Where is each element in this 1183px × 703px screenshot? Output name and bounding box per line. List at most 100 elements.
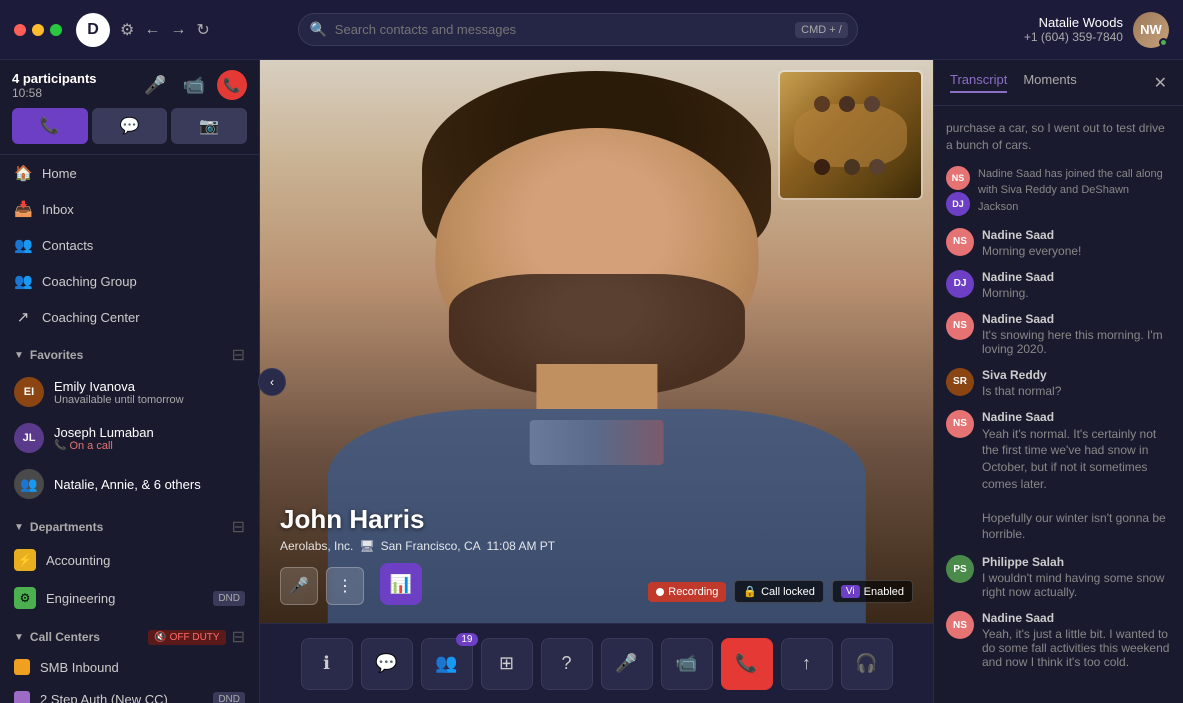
ai-button[interactable]: 📊 [380,563,422,605]
online-indicator [1159,38,1168,47]
siva-text: Is that normal? [982,384,1061,398]
macos-dot-green[interactable] [50,24,62,36]
contacts-icon: 👥 [14,236,32,254]
logo: D [76,13,110,47]
message-button[interactable]: 💬 [361,638,413,690]
avatar-wrap: NW [1133,12,1169,48]
favorite-item-emily[interactable]: EI Emily Ivanova Unavailable until tomor… [0,369,259,415]
smb-name: SMB Inbound [40,660,245,675]
mic-bottom-button[interactable]: 🎤 [601,638,653,690]
favorites-collapse-icon[interactable]: ⊟ [232,345,245,365]
participants-button[interactable]: 👥 19 [421,638,473,690]
nav-item-contacts[interactable]: 👥 Contacts [0,227,259,263]
macos-dot-red[interactable] [14,24,26,36]
dj-avatar-small: DJ [946,192,970,216]
user-phone: +1 (604) 359-7840 [1024,30,1123,44]
monitor-icon: 🖥 [359,539,374,553]
philippe-avatar: PS [946,555,974,583]
caller-name: John Harris [280,504,555,535]
transcript-msg-0: purchase a car, so I went out to test dr… [934,114,1183,160]
nav-label-inbox: Inbox [42,202,74,217]
chat-button[interactable]: 💬 [92,108,168,144]
transcript-msg-nadine-1: NS Nadine Saad Morning everyone! [934,222,1183,264]
end-call-button[interactable]: 📞 [217,70,247,100]
headset-button[interactable]: 🎧 [841,638,893,690]
vi-enabled-badge: Vi Enabled [832,580,913,603]
favorite-item-group[interactable]: 👥 Natalie, Annie, & 6 others [0,461,259,507]
favorites-chevron-icon[interactable]: ▼ [14,350,24,361]
recording-label: Recording [668,586,718,598]
forward-icon[interactable]: → [170,21,186,39]
caller-overlay: John Harris Aerolabs, Inc. 🖥 San Francis… [280,504,555,553]
nav-item-inbox[interactable]: 📥 Inbox [0,191,259,227]
share-button[interactable]: ↑ [781,638,833,690]
vi-status: Enabled [864,586,904,598]
tab-transcript[interactable]: Transcript [950,72,1007,93]
off-duty-icon: 🔇 [154,632,166,643]
video-area-wrap: ‹ [260,60,933,703]
end-call-bottom-button[interactable]: 📞 [721,638,773,690]
back-icon[interactable]: ← [144,21,160,39]
transcript-msg-nadine-3: NS Nadine Saad Yeah it's normal. It's ce… [934,404,1183,550]
group-avatar: 👥 [14,469,44,499]
transcript-header: Transcript Moments ✕ [934,60,1183,106]
inbox-icon: 📥 [14,200,32,218]
macos-dot-yellow[interactable] [32,24,44,36]
video-bottom-button[interactable]: 📹 [661,638,713,690]
siva-sender: Siva Reddy [982,368,1061,382]
msg-text-0: purchase a car, so I went out to test dr… [946,120,1171,154]
emily-info: Emily Ivanova Unavailable until tomorrow [54,379,184,406]
user-name: Natalie Woods [1024,15,1123,30]
joseph-status-text: On a call [69,440,112,452]
help-button[interactable]: ? [541,638,593,690]
siva-avatar: SR [946,368,974,396]
overlay-more-button[interactable]: ⋮ [326,567,364,605]
video-toggle-button[interactable]: 📹 [179,71,209,100]
search-input[interactable] [298,13,858,46]
call-centers-collapse-icon[interactable]: ⊟ [232,627,245,647]
settings-icon[interactable]: ⚙ [120,20,134,40]
nav-item-home[interactable]: 🏠 Home [0,155,259,191]
mute-button[interactable]: 🎤 [140,71,170,100]
dept-item-accounting[interactable]: ⚡ Accounting [0,541,259,579]
2step-name: 2 Step Auth (New CC) [40,692,203,703]
call-centers-chevron-icon[interactable]: ▼ [14,632,24,643]
call-centers-label: Call Centers [30,630,100,644]
call-locked-label: Call locked [761,586,815,598]
joseph-name: Joseph Lumaban [54,425,154,440]
emily-avatar: EI [14,377,44,407]
sidebar-toggle-button[interactable]: ‹ [258,368,286,396]
search-bar: 🔍 CMD + / [298,13,858,46]
nadine-avatar-1: NS [946,228,974,256]
camera-button[interactable]: 📷 [171,108,247,144]
nadine-text-1: Morning everyone! [982,244,1081,258]
caller-location: San Francisco, CA [381,539,481,553]
info-button[interactable]: ℹ [301,638,353,690]
topbar: D ⚙ ← → ↻ 🔍 CMD + / Natalie Woods +1 (60… [0,0,1183,60]
cc-item-2step[interactable]: 2 Step Auth (New CC) DND [0,683,259,703]
join-msg-text: Nadine Saad has joined the call along wi… [978,166,1171,216]
dept-item-engineering[interactable]: ⚙ Engineering DND [0,579,259,617]
cc-item-smb[interactable]: SMB Inbound [0,651,259,683]
tab-moments[interactable]: Moments [1023,72,1076,93]
nadine-text-4: Yeah, it's just a little bit. I wanted t… [982,627,1171,669]
user-text: Natalie Woods +1 (604) 359-7840 [1024,15,1123,44]
dial-pad-button[interactable]: 📞 [12,108,88,144]
departments-chevron-icon[interactable]: ▼ [14,522,24,533]
nav-item-coaching-group[interactable]: 👥 Coaching Group [0,263,259,299]
favorites-label: Favorites [30,348,83,362]
close-panel-button[interactable]: ✕ [1154,73,1167,93]
refresh-icon[interactable]: ↻ [196,20,209,40]
nav-item-coaching-center[interactable]: ↗ Coaching Center [0,299,259,335]
nadine-sender-1: Nadine Saad [982,228,1081,242]
call-centers-section-header: ▼ Call Centers 🔇 OFF DUTY ⊟ [0,617,259,651]
departments-label: Departments [30,520,103,534]
2step-dot [14,691,30,703]
overlay-mic-button[interactable]: 🎤 [280,567,318,605]
participants-badge: 19 [456,633,477,646]
add-call-button[interactable]: ⊞ [481,638,533,690]
departments-collapse-icon[interactable]: ⊟ [232,517,245,537]
lock-icon: 🔒 [743,585,757,598]
nadine-avatar-2: NS [946,312,974,340]
favorite-item-joseph[interactable]: JL Joseph Lumaban 📞 On a call [0,415,259,461]
